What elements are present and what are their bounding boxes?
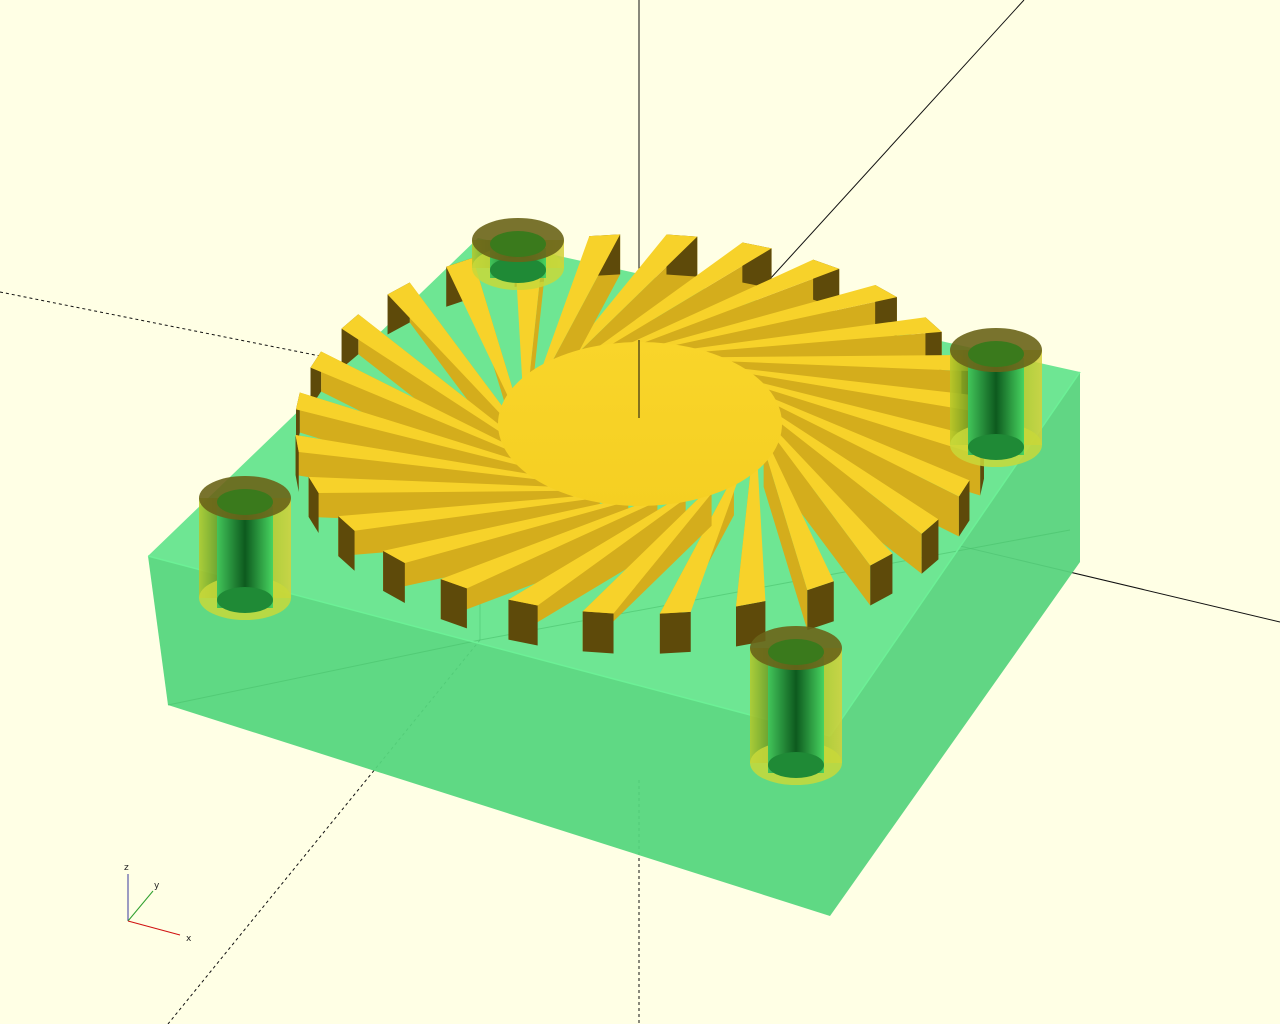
- axis-line-y-positive: [759, 0, 1025, 291]
- gizmo-y-axis: [127, 890, 154, 922]
- fan-blade-end: [659, 611, 691, 654]
- mounting-post[interactable]: [472, 218, 564, 290]
- gizmo-y-label: y: [154, 881, 160, 891]
- axis-orientation-gizmo: z y x: [124, 863, 192, 944]
- fan-blade-end: [508, 599, 538, 646]
- fan-blade-end: [582, 611, 614, 654]
- gizmo-x-label: x: [186, 934, 192, 944]
- gizmo-x-axis: [127, 920, 181, 936]
- 3d-viewport[interactable]: z y x: [0, 0, 1280, 1024]
- gizmo-z-label: z: [124, 863, 129, 873]
- mounting-post[interactable]: [950, 328, 1042, 467]
- mounting-post[interactable]: [750, 626, 842, 785]
- model-render[interactable]: z y x: [0, 0, 1280, 1024]
- mounting-post[interactable]: [199, 476, 291, 620]
- axis-line-x-negative: [0, 291, 331, 359]
- fan-hub[interactable]: [498, 342, 782, 506]
